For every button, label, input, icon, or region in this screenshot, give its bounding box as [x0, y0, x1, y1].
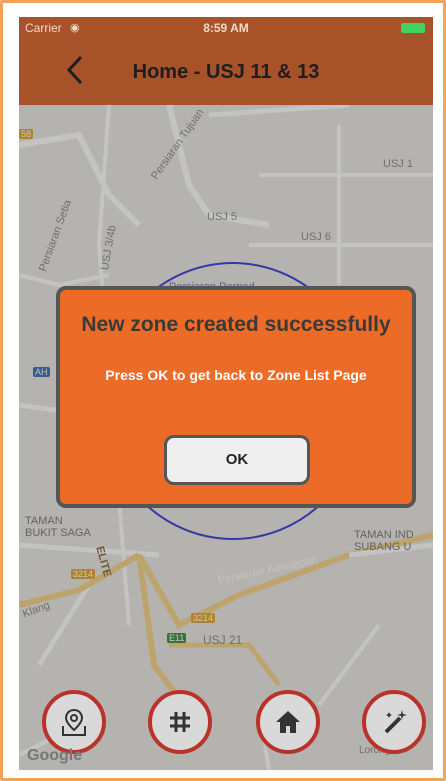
- nav-bar: Home - USJ 11 & 13: [19, 39, 433, 105]
- phone-screen: Carrier ◉ 8:59 AM Home - USJ 11 & 13 USJ…: [19, 17, 433, 770]
- grid-icon: [170, 712, 190, 732]
- home-button[interactable]: [256, 690, 320, 754]
- status-bar: Carrier ◉ 8:59 AM: [19, 17, 433, 39]
- home-icon: [276, 711, 300, 733]
- magic-wand-button[interactable]: [362, 690, 426, 754]
- page-title: Home - USJ 11 & 13: [132, 61, 320, 83]
- dialog-title: New zone created successfully: [81, 313, 391, 336]
- success-dialog: New zone created successfully Press OK t…: [56, 286, 416, 508]
- clock: 8:59 AM: [203, 21, 249, 35]
- magic-wand-icon: [384, 710, 407, 734]
- battery-icon: [401, 23, 425, 33]
- map-pin-icon: [62, 708, 86, 736]
- dialog-message: Press OK to get back to Zone List Page: [105, 367, 367, 383]
- device-frame: Carrier ◉ 8:59 AM Home - USJ 11 & 13 USJ…: [0, 0, 446, 781]
- google-logo: Google: [27, 747, 83, 764]
- ok-button[interactable]: OK: [164, 435, 310, 485]
- grid-button[interactable]: [148, 690, 212, 754]
- map-zone-button[interactable]: [42, 690, 106, 754]
